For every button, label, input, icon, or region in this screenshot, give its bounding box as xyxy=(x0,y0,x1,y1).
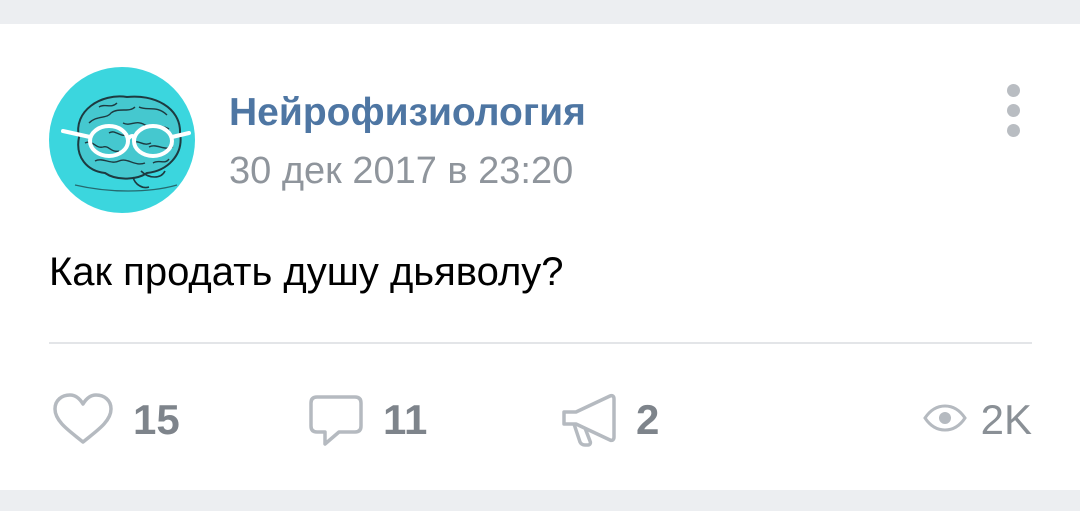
views-counter: 2K xyxy=(922,392,1032,448)
more-dot-icon xyxy=(1007,124,1020,137)
post-card: Нейрофизиология 30 дек 2017 в 23:20 Как … xyxy=(0,24,1080,490)
megaphone-icon xyxy=(560,392,618,448)
group-name[interactable]: Нейрофизиология xyxy=(229,91,586,135)
group-avatar[interactable] xyxy=(49,67,195,213)
comment-count: 11 xyxy=(383,396,428,443)
brain-with-glasses-icon xyxy=(61,95,191,192)
comment-button[interactable]: 11 xyxy=(307,392,427,448)
like-count: 15 xyxy=(133,396,180,443)
comment-icon xyxy=(307,392,365,448)
post-text: Как продать душу дьяволу? xyxy=(49,250,564,294)
more-options-button[interactable] xyxy=(996,82,1032,140)
post-date[interactable]: 30 дек 2017 в 23:20 xyxy=(229,150,573,193)
share-count: 2 xyxy=(636,396,660,443)
divider xyxy=(49,342,1032,344)
more-dot-icon xyxy=(1007,84,1020,97)
more-dot-icon xyxy=(1007,104,1020,117)
heart-icon xyxy=(51,392,115,448)
like-button[interactable]: 15 xyxy=(51,392,180,448)
views-count: 2K xyxy=(980,396,1032,443)
eye-icon xyxy=(922,403,967,438)
share-button[interactable]: 2 xyxy=(560,392,659,448)
